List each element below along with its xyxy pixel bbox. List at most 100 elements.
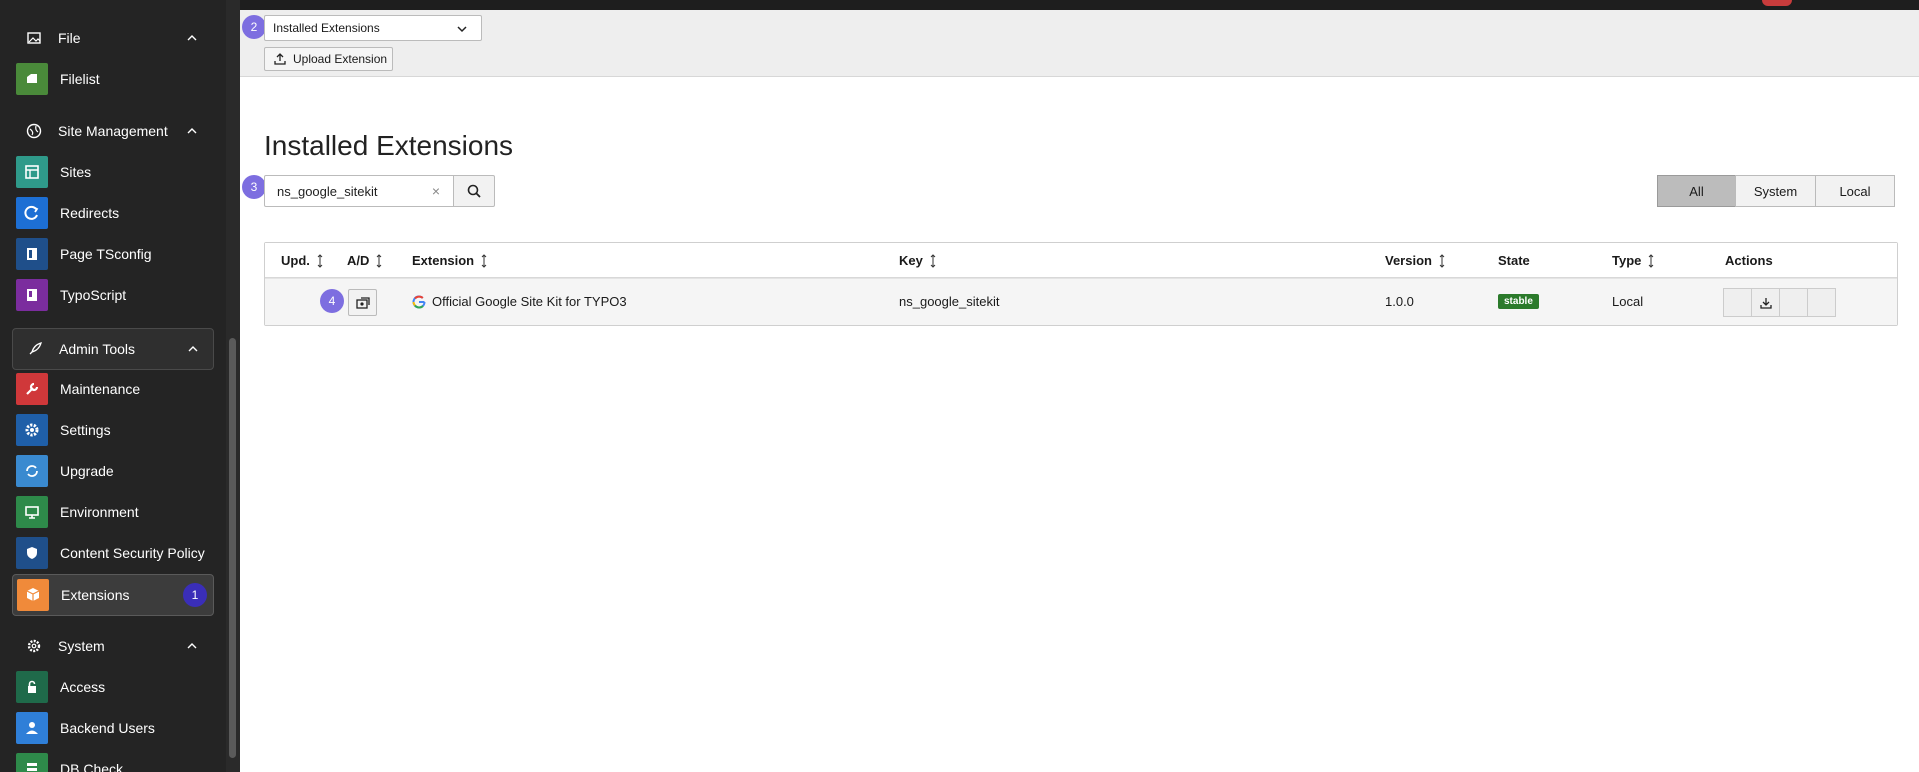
sidebar-item-label: DB Check xyxy=(60,761,124,772)
sidebar-item-access[interactable]: Access xyxy=(12,667,212,707)
column-header-key[interactable]: Key xyxy=(899,253,937,268)
upload-extension-button[interactable]: Upload Extension xyxy=(264,47,393,71)
column-header-extension[interactable]: Extension xyxy=(412,253,488,268)
sidebar-item-label: Content Security Policy xyxy=(60,545,205,561)
column-header-actions: Actions xyxy=(1725,253,1773,268)
step-badge: 3 xyxy=(242,175,266,199)
top-toolbar xyxy=(240,0,1919,10)
sidebar-item-upgrade[interactable]: Upgrade xyxy=(12,451,212,491)
typoscript-icon xyxy=(16,279,48,311)
gear-icon xyxy=(22,634,46,658)
search-form: × xyxy=(264,175,495,207)
filter-system-button[interactable]: System xyxy=(1735,175,1816,207)
extension-table: Upd. A/D Extension Key Version State Typ… xyxy=(264,242,1898,326)
column-label: Actions xyxy=(1725,253,1773,268)
search-input[interactable] xyxy=(264,175,454,207)
cube-icon xyxy=(17,579,49,611)
extension-version: 1.0.0 xyxy=(1385,294,1414,309)
extension-key: ns_google_sitekit xyxy=(899,294,1000,309)
activate-deactivate-button[interactable] xyxy=(348,289,377,316)
shield-icon xyxy=(16,537,48,569)
rocket-icon xyxy=(23,337,47,361)
sidebar-item-label: Sites xyxy=(60,164,92,180)
sidebar-item-label: Access xyxy=(60,679,106,695)
sidebar-item-content-security-policy[interactable]: Content Security Policy xyxy=(12,533,212,573)
table-header: Upd. A/D Extension Key Version State Typ… xyxy=(265,243,1897,278)
sidebar-item-settings[interactable]: Settings xyxy=(12,410,212,450)
sidebar-item-label: Backend Users xyxy=(60,720,155,736)
menu-group-site-management[interactable]: Site Management xyxy=(12,111,212,151)
sidebar-item-label: Extensions xyxy=(61,587,130,603)
chevron-up-icon xyxy=(187,128,197,134)
menu-group-file[interactable]: File xyxy=(12,18,212,58)
redirects-icon xyxy=(16,197,48,229)
sidebar-item-label: TypoScript xyxy=(60,287,127,303)
notification-badge[interactable] xyxy=(1762,0,1792,6)
step-badge: 4 xyxy=(320,289,344,313)
sidebar-item-sites[interactable]: Sites xyxy=(12,152,212,192)
column-label: Upd. xyxy=(281,253,310,268)
chevron-up-icon xyxy=(187,643,197,649)
menu-group-label: File xyxy=(58,30,81,46)
download-button[interactable] xyxy=(1751,288,1780,317)
user-icon xyxy=(16,712,48,744)
sidebar-scrollbar[interactable] xyxy=(229,338,236,758)
chevron-down-icon xyxy=(457,26,467,33)
step-badge: 2 xyxy=(242,15,266,39)
upload-label: Upload Extension xyxy=(293,52,388,66)
step-badge: 1 xyxy=(183,583,207,607)
row-actions xyxy=(1723,288,1836,317)
action-menu-select[interactable]: Installed Extensions xyxy=(264,15,482,41)
sidebar-item-typoscript[interactable]: TypoScript xyxy=(12,275,212,315)
sidebar-item-extensions[interactable]: Extensions 1 xyxy=(12,574,214,616)
sidebar-item-redirects[interactable]: Redirects xyxy=(12,193,212,233)
wrench-icon xyxy=(16,373,48,405)
action-empty-button[interactable] xyxy=(1807,288,1836,317)
sidebar-item-filelist[interactable]: Filelist xyxy=(12,59,212,99)
action-empty-button[interactable] xyxy=(1723,288,1752,317)
sidebar-item-maintenance[interactable]: Maintenance xyxy=(12,369,212,409)
module-menu: File Filelist Site Management Sites Redi… xyxy=(0,0,240,772)
page-tsconfig-icon xyxy=(16,238,48,270)
column-header-type[interactable]: Type xyxy=(1612,253,1655,268)
column-header-version[interactable]: Version xyxy=(1385,253,1446,268)
search-icon xyxy=(467,184,481,198)
sidebar-item-db-check[interactable]: DB Check xyxy=(12,749,212,772)
lock-icon xyxy=(16,671,48,703)
close-icon[interactable]: × xyxy=(428,183,444,199)
sort-icon xyxy=(481,253,487,268)
sidebar-item-environment[interactable]: Environment xyxy=(12,492,212,532)
type-filter-group: All System Local xyxy=(1657,175,1895,207)
filter-local-button[interactable]: Local xyxy=(1815,175,1895,207)
page-title: Installed Extensions xyxy=(264,130,514,161)
menu-group-admin-tools[interactable]: Admin Tools xyxy=(12,328,214,370)
chevron-up-icon xyxy=(187,35,197,41)
extension-title: Official Google Site Kit for TYPO3 xyxy=(412,294,627,309)
sort-icon xyxy=(1439,253,1445,268)
sort-icon xyxy=(930,253,936,268)
search-button[interactable] xyxy=(453,175,495,207)
column-header-ad[interactable]: A/D xyxy=(347,253,383,268)
state-cell: stable xyxy=(1498,294,1539,309)
select-value: Installed Extensions xyxy=(273,21,380,35)
sidebar-item-label: Upgrade xyxy=(60,463,114,479)
sort-icon xyxy=(377,253,382,268)
column-label: State xyxy=(1498,253,1530,268)
sites-icon xyxy=(16,156,48,188)
action-empty-button[interactable] xyxy=(1779,288,1808,317)
column-label: Version xyxy=(1385,253,1432,268)
extension-title-text: Official Google Site Kit for TYPO3 xyxy=(432,294,627,309)
sidebar-item-label: Maintenance xyxy=(60,381,141,397)
filter-all-button[interactable]: All xyxy=(1657,175,1736,207)
sidebar-item-label: Page TSconfig xyxy=(60,246,152,262)
menu-group-system[interactable]: System xyxy=(12,626,212,666)
sidebar-item-backend-users[interactable]: Backend Users xyxy=(12,708,212,748)
column-header-upd[interactable]: Upd. xyxy=(281,253,324,268)
chevron-up-icon xyxy=(188,346,198,352)
sidebar-item-page-tsconfig[interactable]: Page TSconfig xyxy=(12,234,212,274)
column-label: Extension xyxy=(412,253,475,268)
column-header-state: State xyxy=(1498,253,1530,268)
image-icon xyxy=(22,26,46,50)
module-docheader xyxy=(240,10,1919,77)
google-icon xyxy=(412,294,426,308)
